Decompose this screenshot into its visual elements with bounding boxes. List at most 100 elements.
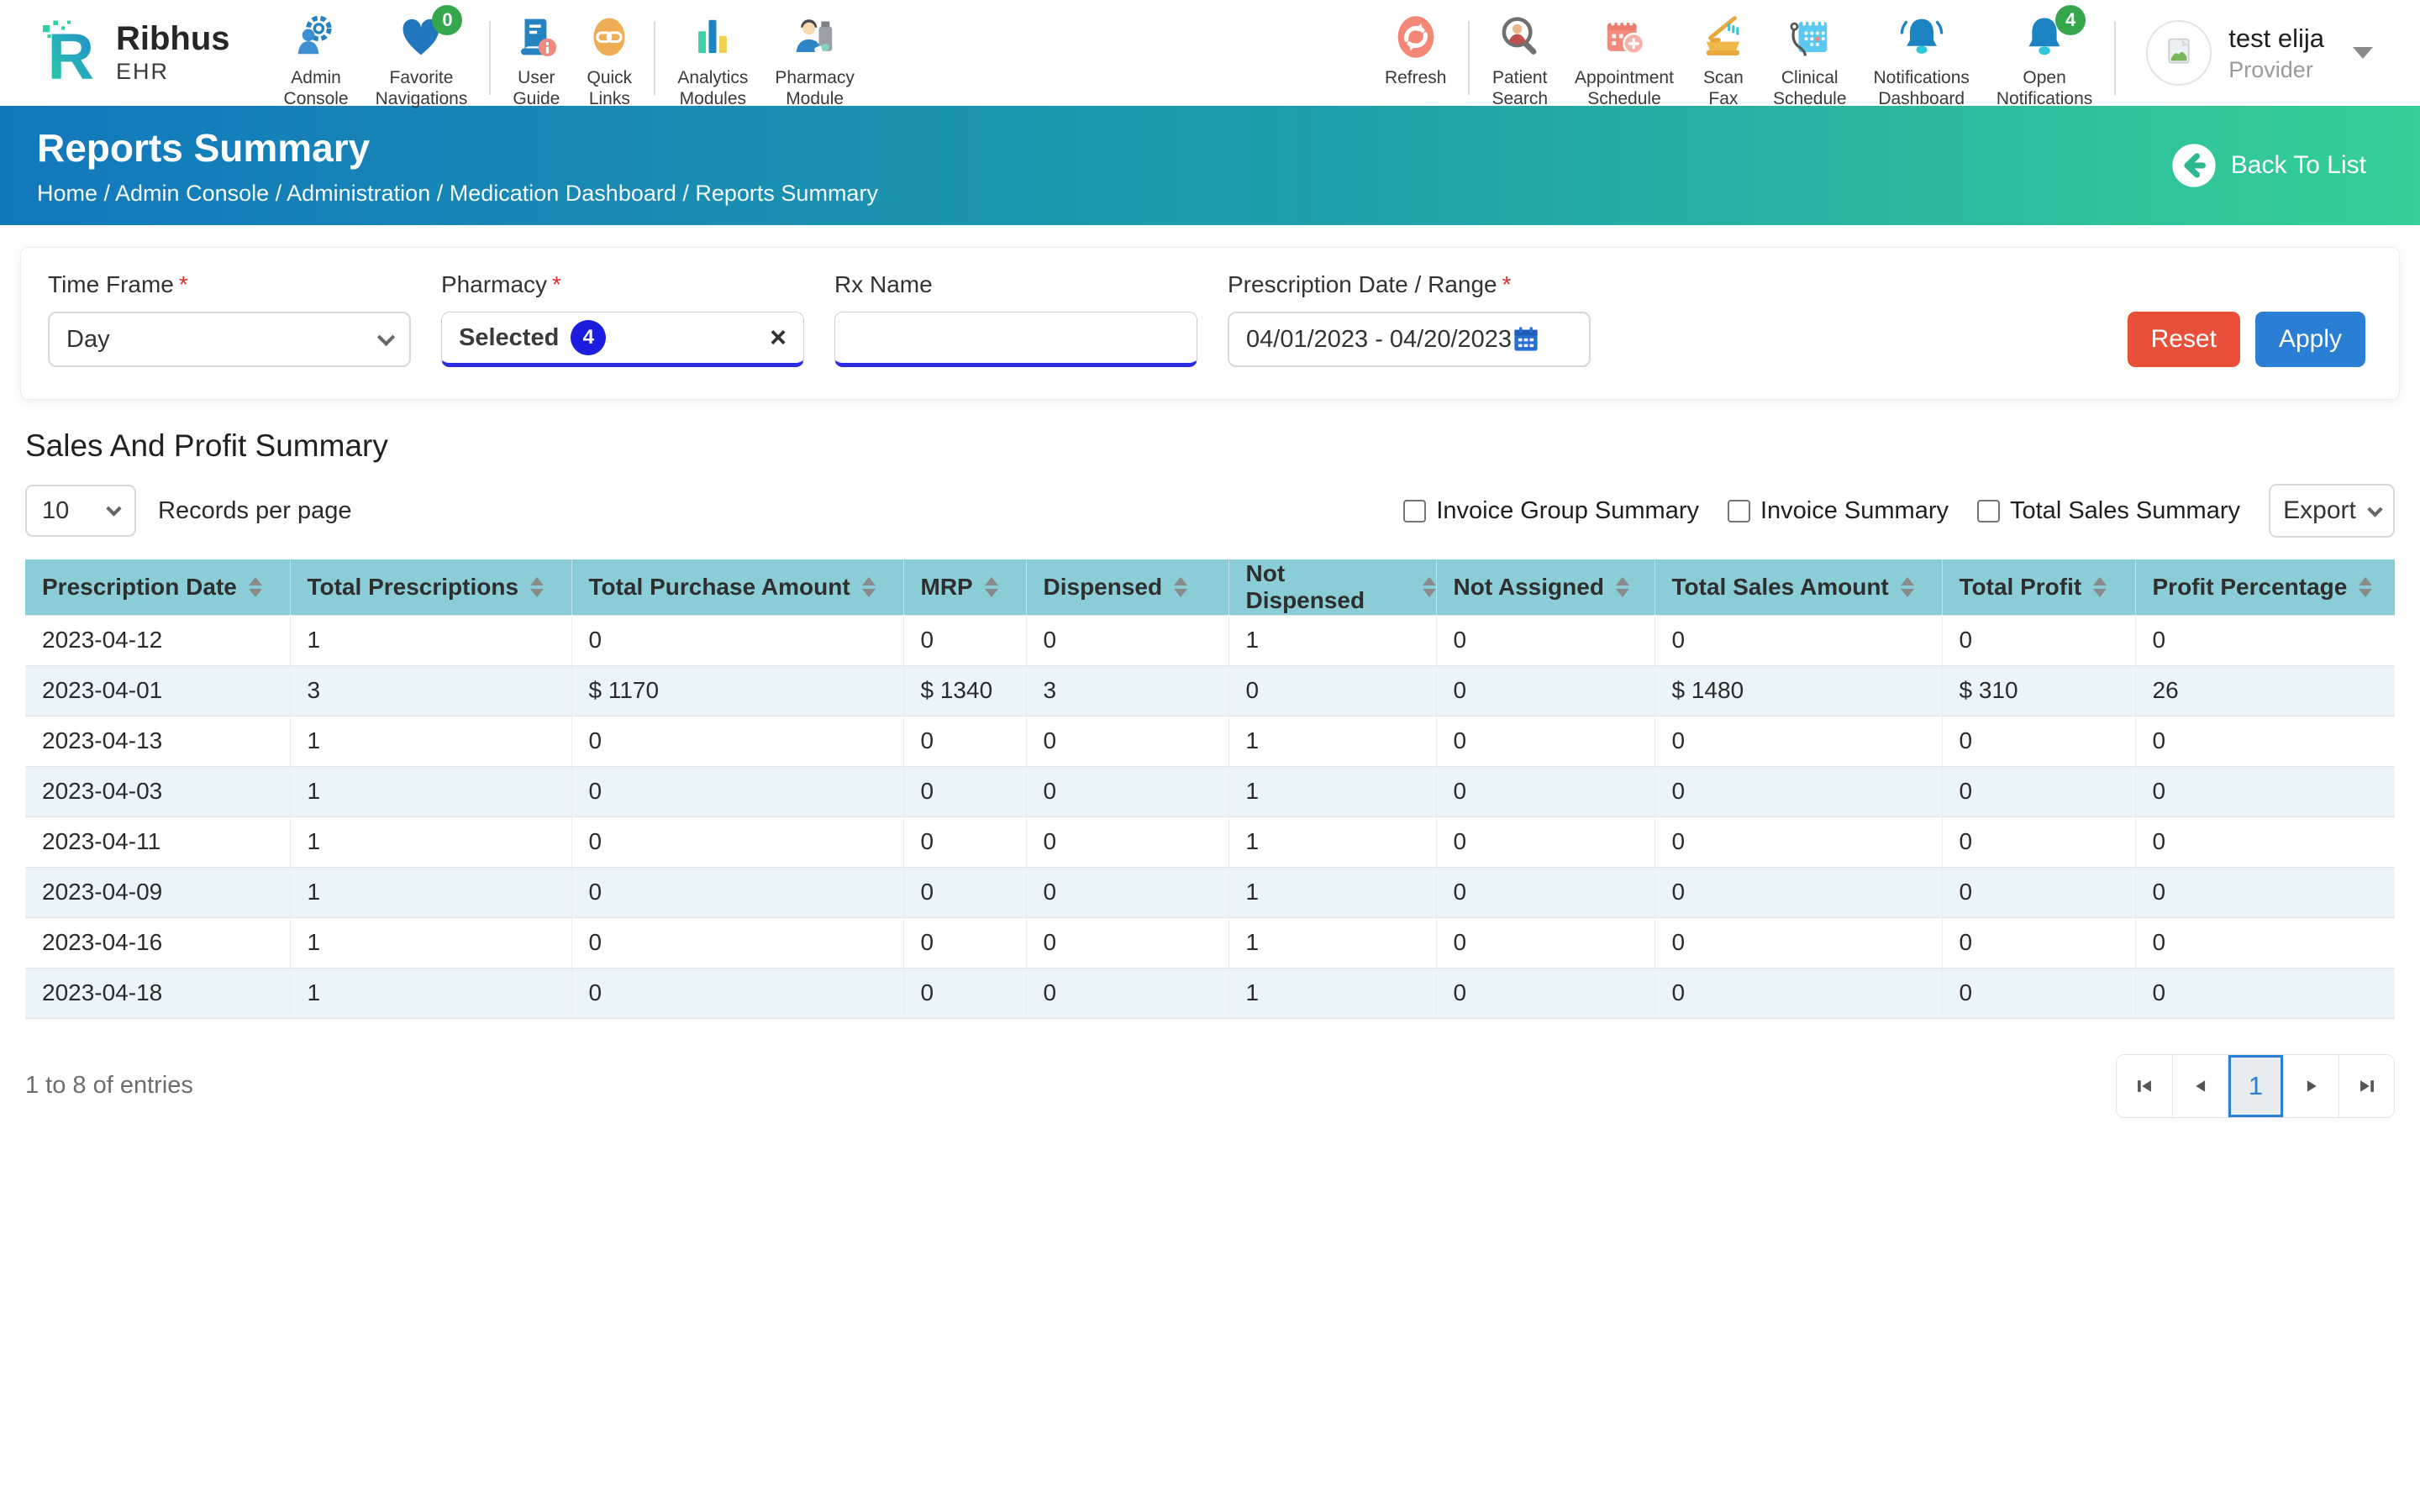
refresh-icon [1393, 13, 1439, 60]
count-badge: 4 [2055, 5, 2086, 35]
clear-icon[interactable]: × [770, 323, 786, 352]
current-page-button[interactable]: 1 [2228, 1055, 2283, 1117]
column-header-not-dispensed[interactable]: Not Dispensed [1228, 559, 1436, 615]
back-to-list-button[interactable]: Back To List [2170, 142, 2366, 189]
checkbox-invoice-group-summary[interactable]: Invoice Group Summary [1403, 497, 1699, 525]
rx-name-field [834, 312, 1197, 367]
column-header-total-prescriptions[interactable]: Total Prescriptions [290, 559, 571, 615]
app-logo[interactable]: R Ribhus EHR [34, 16, 230, 90]
column-header-total-purchase-amount[interactable]: Total Purchase Amount [571, 559, 903, 615]
table-cell: 0 [571, 917, 903, 968]
checkbox-label: Total Sales Summary [2010, 497, 2240, 525]
notifications-dashboard-icon [1899, 13, 1944, 60]
table-cell: 0 [903, 867, 1026, 917]
records-per-page-select[interactable]: 10 [25, 485, 136, 537]
checkbox-icon[interactable] [1728, 500, 1750, 522]
column-header-dispensed[interactable]: Dispensed [1026, 559, 1228, 615]
table-cell: 0 [1436, 716, 1655, 766]
table-cell: 1 [290, 615, 571, 665]
column-header-label: MRP [921, 574, 973, 601]
nav-item-scan-fax[interactable]: Scan Fax [1687, 10, 1760, 113]
sort-icon[interactable] [2359, 577, 2372, 597]
nav-item-label: Pharmacy Module [775, 67, 855, 109]
next-page-button[interactable] [2283, 1055, 2338, 1117]
pharmacy-select[interactable]: Selected 4 × [441, 312, 804, 367]
sort-icon[interactable] [985, 577, 998, 597]
pharmacy-count-badge: 4 [571, 320, 606, 355]
sort-icon[interactable] [862, 577, 876, 597]
date-range-input[interactable]: 04/01/2023 - 04/20/2023 [1228, 312, 1591, 367]
sort-icon[interactable] [1901, 577, 1914, 597]
brand-sub: EHR [116, 59, 230, 85]
column-header-profit-percentage[interactable]: Profit Percentage [2135, 559, 2395, 615]
checkbox-icon[interactable] [1403, 500, 1426, 522]
ribhus-logo-icon: R [34, 16, 108, 90]
nav-item-patient-search[interactable]: Patient Search [1478, 10, 1561, 113]
favorite-navigations-icon: 0 [398, 13, 444, 60]
table-cell: 0 [2135, 716, 2395, 766]
table-row: 2023-04-18100010000 [25, 968, 2395, 1018]
table-cell: 0 [1026, 867, 1228, 917]
sort-icon[interactable] [530, 577, 544, 597]
nav-item-label: Patient Search [1491, 67, 1548, 109]
nav-item-user-guide[interactable]: User Guide [499, 10, 573, 113]
column-header-total-profit[interactable]: Total Profit [1942, 559, 2135, 615]
table-cell: 1 [290, 917, 571, 968]
sort-icon[interactable] [1423, 577, 1436, 597]
table-controls: 10 Records per page Invoice Group Summar… [25, 484, 2395, 538]
table-cell: 2023-04-03 [25, 766, 290, 816]
appointment-schedule-icon [1602, 13, 1647, 60]
sort-icon[interactable] [249, 577, 262, 597]
column-header-mrp[interactable]: MRP [903, 559, 1026, 615]
nav-item-favorite-navigations[interactable]: 0Favorite Navigations [362, 10, 481, 113]
nav-item-label: Notifications Dashboard [1874, 67, 1970, 109]
prev-page-button[interactable] [2172, 1055, 2228, 1117]
nav-item-appointment-schedule[interactable]: Appointment Schedule [1561, 10, 1687, 113]
table-cell: 0 [1026, 968, 1228, 1018]
table-cell: 0 [1436, 968, 1655, 1018]
table-row: 2023-04-03100010000 [25, 766, 2395, 816]
table-cell: 2023-04-01 [25, 665, 290, 716]
nav-item-quick-links[interactable]: Quick Links [573, 10, 645, 113]
breadcrumb[interactable]: Home / Admin Console / Administration / … [37, 181, 2170, 207]
export-button[interactable]: Export [2269, 484, 2395, 538]
nav-item-clinical-schedule[interactable]: Clinical Schedule [1760, 10, 1860, 113]
table-cell: 2023-04-12 [25, 615, 290, 665]
first-page-button[interactable] [2117, 1055, 2172, 1117]
last-page-button[interactable] [2338, 1055, 2394, 1117]
checkbox-icon[interactable] [1977, 500, 2000, 522]
nav-item-admin-console[interactable]: Admin Console [271, 10, 362, 113]
nav-item-pharmacy-module[interactable]: Pharmacy Module [761, 10, 868, 113]
nav-item-refresh[interactable]: Refresh [1371, 10, 1460, 92]
table-cell: 0 [1655, 968, 1942, 1018]
reset-button[interactable]: Reset [2128, 312, 2240, 367]
user-guide-icon [513, 13, 559, 60]
table-cell: 0 [1655, 867, 1942, 917]
nav-divider [2114, 21, 2116, 95]
table-row: 2023-04-11100010000 [25, 816, 2395, 867]
chevron-down-icon[interactable] [2353, 47, 2373, 59]
checkbox-invoice-summary[interactable]: Invoice Summary [1728, 497, 1949, 525]
sort-icon[interactable] [2093, 577, 2107, 597]
nav-item-notifications-dashboard[interactable]: Notifications Dashboard [1860, 10, 1983, 113]
table-cell: 1 [290, 716, 571, 766]
user-menu[interactable]: test elija Provider [2146, 20, 2373, 86]
calendar-icon[interactable] [1512, 325, 1540, 354]
nav-item-open-notifications[interactable]: 4Open Notifications [1983, 10, 2106, 113]
checkbox-total-sales-summary[interactable]: Total Sales Summary [1977, 497, 2240, 525]
rx-name-input[interactable] [852, 324, 1180, 352]
table-cell: 0 [1655, 615, 1942, 665]
column-header-prescription-date[interactable]: Prescription Date [25, 559, 290, 615]
page-banner: Reports Summary Home / Admin Console / A… [0, 106, 2420, 225]
time-frame-select[interactable]: Day [48, 312, 411, 367]
column-header-total-sales-amount[interactable]: Total Sales Amount [1655, 559, 1942, 615]
column-header-not-assigned[interactable]: Not Assigned [1436, 559, 1655, 615]
column-header-label: Total Sales Amount [1672, 574, 1889, 601]
sort-icon[interactable] [1174, 577, 1187, 597]
table-cell: 0 [571, 816, 903, 867]
nav-item-label: Admin Console [284, 67, 349, 109]
sort-icon[interactable] [1616, 577, 1629, 597]
nav-item-label: Scan Fax [1703, 67, 1744, 109]
apply-button[interactable]: Apply [2255, 312, 2365, 367]
nav-item-analytics-modules[interactable]: Analytics Modules [664, 10, 761, 113]
